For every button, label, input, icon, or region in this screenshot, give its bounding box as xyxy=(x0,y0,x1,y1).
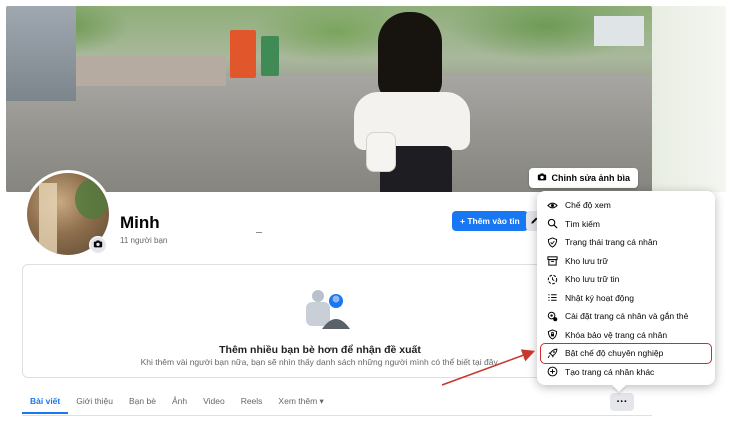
tab-posts[interactable]: Bài viết xyxy=(22,392,69,414)
add-story-button[interactable]: + Thêm vào tin xyxy=(452,211,528,231)
friend-count[interactable]: 11 người bạn xyxy=(120,236,167,245)
profile-tabs: Bài viết Giới thiệu Bạn bè Ảnh Video Ree… xyxy=(22,392,332,414)
avatar-plant xyxy=(75,179,109,219)
menu-item-label: Khóa bảo vệ trang cá nhân xyxy=(565,329,668,340)
divider xyxy=(256,232,262,233)
menu-item-profile-status[interactable]: Trạng thái trang cá nhân xyxy=(541,233,711,252)
lock-shield-icon xyxy=(546,329,558,341)
cover-building xyxy=(6,6,76,101)
menu-item-professional-mode[interactable]: Bật chế độ chuyên nghiệp xyxy=(540,343,712,364)
edit-cover-label: Chỉnh sửa ảnh bìa xyxy=(551,173,630,183)
avatar-pillar xyxy=(39,183,57,253)
camera-icon xyxy=(93,236,103,254)
tab-about[interactable]: Giới thiệu xyxy=(68,392,121,414)
menu-item-profile-tag-settings[interactable]: Cài đặt trang cá nhân và gắn thẻ xyxy=(541,307,711,326)
menu-item-archive[interactable]: Kho lưu trữ xyxy=(541,252,711,271)
settings-tag-icon xyxy=(546,310,558,322)
more-options-button[interactable]: ··· xyxy=(610,393,634,411)
menu-item-search[interactable]: Tìm kiếm xyxy=(541,215,711,234)
side-background xyxy=(652,6,726,192)
tab-reels[interactable]: Reels xyxy=(233,392,271,414)
suggestion-description: Khi thêm vài người bạn nữa, bạn sẽ nhìn … xyxy=(140,357,500,367)
menu-item-label: Chế độ xem xyxy=(565,200,611,211)
story-archive-icon xyxy=(546,273,558,285)
tab-photos[interactable]: Ảnh xyxy=(164,392,195,414)
cover-wall xyxy=(76,56,226,86)
rocket-icon xyxy=(546,347,558,359)
menu-item-label: Bật chế độ chuyên nghiệp xyxy=(565,348,664,359)
plus-circle-icon xyxy=(546,366,558,378)
cover-orange-bin xyxy=(230,30,256,78)
camera-icon xyxy=(537,172,547,184)
cover-green-bin xyxy=(261,36,279,76)
people-illustration-icon xyxy=(306,290,350,329)
tab-see-more[interactable]: Xem thêm ▾ xyxy=(270,392,331,414)
shield-status-icon xyxy=(546,236,558,248)
menu-item-profile-lock[interactable]: Khóa bảo vệ trang cá nhân xyxy=(541,326,711,345)
menu-item-activity-log[interactable]: Nhật ký hoạt động xyxy=(541,289,711,308)
menu-item-label: Cài đặt trang cá nhân và gắn thẻ xyxy=(565,311,689,322)
suggestion-title: Thêm nhiều bạn bè hơn để nhận đề xuất xyxy=(219,344,421,356)
cover-person-hair xyxy=(378,12,442,102)
profile-options-menu: Chế độ xem Tìm kiếm Trạng thái trang cá … xyxy=(537,191,715,385)
avatar-camera-button[interactable] xyxy=(89,236,107,254)
cover-sign xyxy=(594,16,644,46)
archive-icon xyxy=(546,255,558,267)
cover-person-bag xyxy=(366,132,396,172)
cover-photo xyxy=(6,6,652,192)
menu-caret xyxy=(612,385,626,392)
menu-item-view-as[interactable]: Chế độ xem xyxy=(541,196,711,215)
edit-cover-button[interactable]: Chỉnh sửa ảnh bìa xyxy=(529,168,638,188)
menu-item-create-profile[interactable]: Tạo trang cá nhân khác xyxy=(541,363,711,382)
profile-name: Minh xyxy=(120,213,160,232)
tab-friends[interactable]: Bạn bè xyxy=(121,392,164,414)
activity-log-icon xyxy=(546,292,558,304)
tab-video[interactable]: Video xyxy=(195,392,233,414)
menu-item-label: Kho lưu trữ tin xyxy=(565,274,620,285)
menu-item-label: Tìm kiếm xyxy=(565,218,600,229)
menu-item-label: Kho lưu trữ xyxy=(565,255,609,266)
menu-item-label: Trạng thái trang cá nhân xyxy=(565,237,658,248)
menu-item-label: Nhật ký hoạt động xyxy=(565,292,634,303)
search-icon xyxy=(546,218,558,230)
tab-divider xyxy=(22,415,652,416)
eye-icon xyxy=(546,199,558,211)
menu-item-story-archive[interactable]: Kho lưu trữ tin xyxy=(541,270,711,289)
menu-item-label: Tạo trang cá nhân khác xyxy=(565,366,655,377)
